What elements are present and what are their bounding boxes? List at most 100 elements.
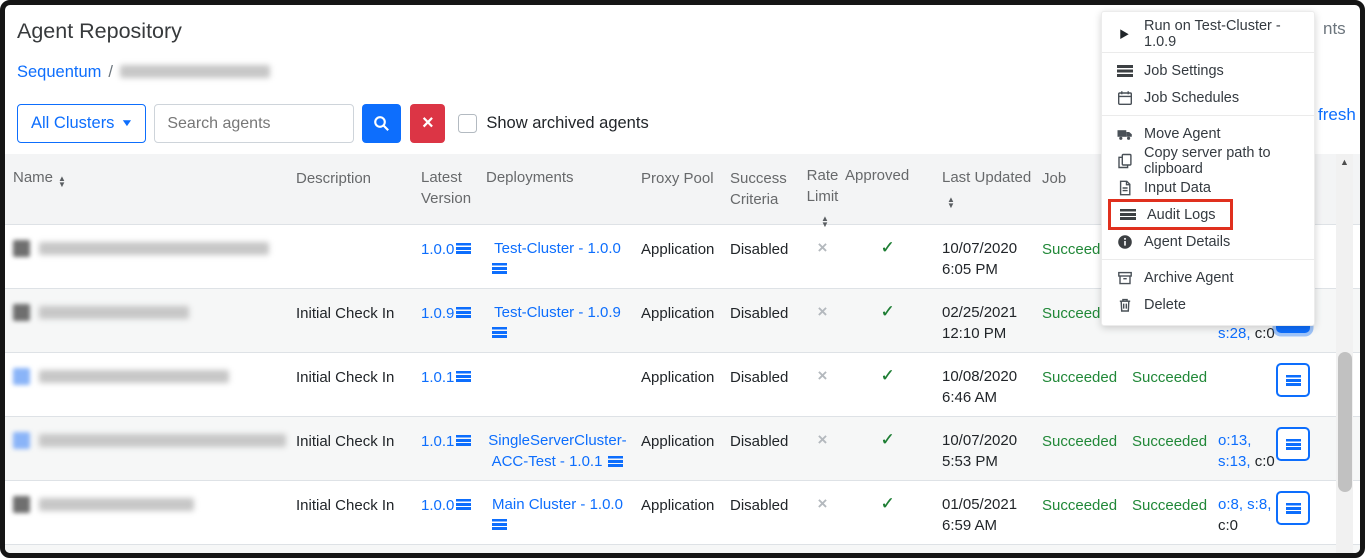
row-actions-button[interactable] [1276, 363, 1310, 397]
breadcrumb-current-redacted [120, 65, 270, 78]
copy-icon [1116, 153, 1133, 169]
x-mark-icon: × [422, 112, 434, 135]
list-icon [1119, 209, 1136, 220]
deployment-link[interactable]: Test-Cluster - 1.0.9 [494, 304, 621, 321]
vertical-scrollbar[interactable]: ▲ [1336, 154, 1353, 553]
description-cell: Initial Check In [290, 481, 415, 544]
refresh-link-partial[interactable]: fresh [1318, 105, 1356, 125]
counts-link[interactable]: o:8, s:8, [1218, 496, 1271, 513]
row-actions-button[interactable] [1276, 491, 1310, 525]
agent-avatar [13, 432, 30, 449]
menu-item-copy-path[interactable]: Copy server path to clipboard [1102, 147, 1314, 174]
document-icon [1116, 180, 1133, 196]
cluster-filter-dropdown[interactable]: All Clusters ▼ [17, 104, 146, 143]
menu-item-delete[interactable]: Delete [1102, 291, 1314, 318]
version-link[interactable]: 1.0.0 [421, 241, 454, 258]
counts-link[interactable]: s:28, [1218, 325, 1251, 342]
updated-date: 02/25/2021 [942, 302, 1034, 323]
success-criteria-cell: Disabled [720, 289, 800, 352]
breadcrumb: Sequentum / [17, 63, 270, 82]
menu-item-move-agent[interactable]: Move Agent [1102, 120, 1314, 147]
version-menu-icon[interactable] [456, 435, 471, 446]
menu-item-audit-logs[interactable]: Audit Logs [1102, 201, 1314, 228]
agent-avatar [13, 496, 30, 513]
description-cell: Initial Check In [290, 353, 415, 416]
x-icon: × [818, 302, 828, 321]
toolbar: All Clusters ▼ × Show archived agents [17, 104, 649, 143]
deployment-menu-icon[interactable] [492, 327, 507, 338]
menu-divider [1102, 115, 1314, 116]
table-row-partial [5, 545, 1360, 558]
version-menu-icon[interactable] [456, 243, 471, 254]
agent-context-menu: ▶ Run on Test-Cluster - 1.0.9 Job Settin… [1101, 11, 1315, 326]
col-header-last-updated[interactable]: Last Updated [930, 154, 1034, 224]
success-criteria-cell: Disabled [720, 225, 800, 288]
updated-time: 6:59 AM [942, 515, 1034, 536]
agent-name-redacted [39, 242, 269, 255]
show-archived-checkbox[interactable] [458, 114, 477, 133]
hamburger-icon [1286, 503, 1301, 514]
clear-search-button[interactable]: × [410, 104, 445, 143]
version-link[interactable]: 1.0.0 [421, 497, 454, 514]
search-button[interactable] [362, 104, 401, 143]
description-cell [290, 225, 415, 288]
run-status: Succeeded [1124, 353, 1212, 416]
agent-avatar [13, 240, 30, 257]
version-link[interactable]: 1.0.1 [421, 369, 454, 386]
counts-link[interactable]: o:13, [1218, 432, 1251, 449]
archive-icon [1116, 270, 1133, 286]
version-menu-icon[interactable] [456, 307, 471, 318]
version-link[interactable]: 1.0.1 [421, 433, 454, 450]
deployment-link[interactable]: SingleServerCluster-ACC-Test - 1.0.1 [488, 432, 626, 470]
truck-icon [1116, 126, 1133, 142]
deployment-link[interactable]: Test-Cluster - 1.0.0 [494, 240, 621, 257]
search-input[interactable] [154, 104, 354, 143]
audit-logs-highlight-box: Audit Logs [1108, 199, 1233, 230]
table-row: Initial Check In 1.0.1 SingleServerClust… [5, 417, 1360, 481]
run-status: Succeeded [1124, 481, 1212, 544]
success-criteria-cell: Disabled [720, 481, 800, 544]
version-link[interactable]: 1.0.9 [421, 305, 454, 322]
x-icon: × [818, 430, 828, 449]
menu-item-agent-details[interactable]: Agent Details [1102, 228, 1314, 255]
breadcrumb-root-link[interactable]: Sequentum [17, 63, 101, 81]
col-header-proxy-pool: Proxy Pool [635, 154, 720, 224]
job-status: Succeeded [1034, 353, 1124, 416]
menu-item-archive-agent[interactable]: Archive Agent [1102, 264, 1314, 291]
proxy-pool-cell: Application [635, 353, 720, 416]
job-status: Succeeded [1034, 417, 1124, 480]
menu-item-job-schedules[interactable]: Job Schedules [1102, 84, 1314, 111]
col-header-name[interactable]: Name [5, 154, 290, 224]
deployment-menu-icon[interactable] [492, 519, 507, 530]
job-status: Succeeded [1034, 481, 1124, 544]
menu-item-input-data[interactable]: Input Data [1102, 174, 1314, 201]
search-icon [373, 115, 390, 132]
counts-link[interactable]: s:13, [1218, 453, 1251, 470]
agent-name-redacted [39, 370, 229, 383]
page-title: Agent Repository [17, 19, 182, 44]
col-header-description: Description [290, 154, 415, 224]
x-icon: × [818, 366, 828, 385]
counts-c: c:0 [1218, 517, 1238, 534]
deployment-link[interactable]: Main Cluster - 1.0.0 [492, 496, 623, 513]
breadcrumb-separator: / [108, 63, 113, 81]
counts-c: c:0 [1255, 325, 1275, 342]
deployment-menu-icon[interactable] [608, 456, 623, 467]
calendar-icon [1116, 90, 1133, 106]
scrollbar-thumb[interactable] [1338, 352, 1352, 492]
check-icon: ✓ [880, 430, 894, 449]
table-row: Initial Check In 1.0.0 Main Cluster - 1.… [5, 481, 1360, 545]
check-icon: ✓ [880, 302, 894, 321]
scroll-up-arrow-icon[interactable]: ▲ [1336, 157, 1353, 167]
row-actions-button[interactable] [1276, 427, 1310, 461]
version-menu-icon[interactable] [456, 371, 471, 382]
updated-date: 10/07/2020 [942, 238, 1034, 259]
version-menu-icon[interactable] [456, 499, 471, 510]
deployment-menu-icon[interactable] [492, 263, 507, 274]
menu-item-run[interactable]: ▶ Run on Test-Cluster - 1.0.9 [1102, 19, 1314, 48]
agent-name-redacted [39, 306, 189, 319]
col-header-approved: Approved [845, 154, 930, 224]
menu-item-job-settings[interactable]: Job Settings [1102, 57, 1314, 84]
success-criteria-cell: Disabled [720, 353, 800, 416]
col-header-rate-limit[interactable]: Rate Limit [800, 154, 845, 224]
